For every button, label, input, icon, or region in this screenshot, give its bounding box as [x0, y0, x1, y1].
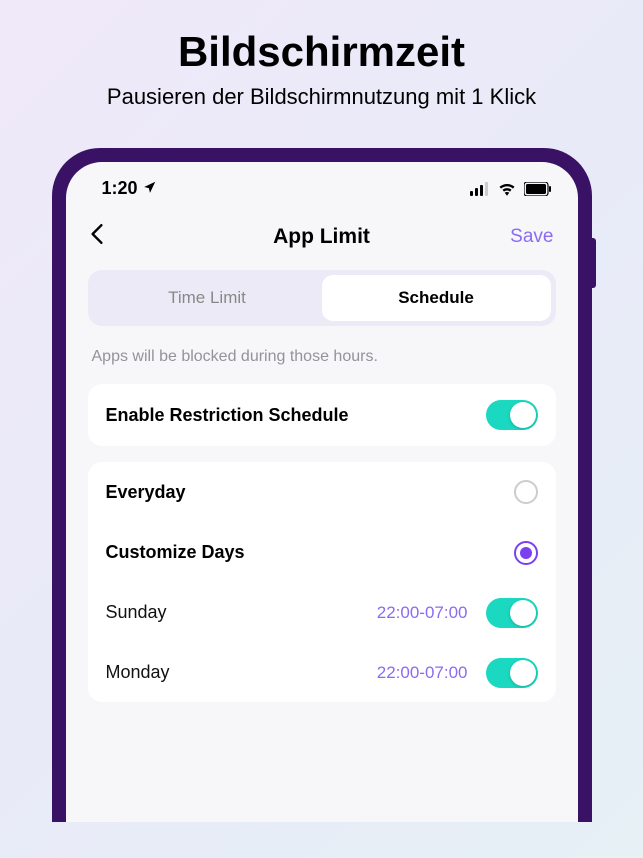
page-title: App Limit: [273, 225, 370, 249]
marketing-title: Bildschirmzeit: [178, 28, 465, 76]
schedule-options-card: Everyday Customize Days Sunday 22:00-07:…: [88, 462, 556, 702]
tab-schedule[interactable]: Schedule: [322, 275, 551, 321]
day-row-monday: Monday 22:00-07:00: [106, 642, 538, 702]
signal-icon: [470, 182, 490, 196]
description-text: Apps will be blocked during those hours.: [66, 326, 578, 384]
screen: 1:20 App Limit S: [66, 162, 578, 822]
tab-time-limit[interactable]: Time Limit: [93, 275, 322, 321]
device-frame: 1:20 App Limit S: [52, 148, 592, 822]
back-button[interactable]: [90, 221, 140, 252]
radio-everyday[interactable]: [514, 480, 538, 504]
radio-customize[interactable]: [514, 541, 538, 565]
option-customize-label: Customize Days: [106, 542, 245, 563]
day-toggle-monday[interactable]: [486, 658, 538, 688]
status-time: 1:20: [102, 178, 138, 199]
save-button[interactable]: Save: [503, 226, 553, 248]
option-everyday-label: Everyday: [106, 482, 186, 503]
day-toggle-sunday[interactable]: [486, 598, 538, 628]
battery-icon: [524, 182, 552, 196]
day-label: Monday: [106, 662, 170, 683]
option-customize-row[interactable]: Customize Days: [106, 522, 538, 582]
wifi-icon: [498, 182, 516, 196]
option-everyday-row[interactable]: Everyday: [106, 462, 538, 522]
day-time[interactable]: 22:00-07:00: [377, 603, 468, 623]
day-row-sunday: Sunday 22:00-07:00: [106, 582, 538, 642]
day-time[interactable]: 22:00-07:00: [377, 663, 468, 683]
marketing-subtitle: Pausieren der Bildschirmnutzung mit 1 Kl…: [107, 84, 536, 110]
status-bar: 1:20: [66, 162, 578, 211]
location-icon: [143, 178, 157, 199]
nav-bar: App Limit Save: [66, 211, 578, 270]
enable-schedule-toggle[interactable]: [486, 400, 538, 430]
enable-schedule-label: Enable Restriction Schedule: [106, 405, 349, 426]
day-label: Sunday: [106, 602, 167, 623]
enable-schedule-card: Enable Restriction Schedule: [88, 384, 556, 446]
segmented-control: Time Limit Schedule: [88, 270, 556, 326]
